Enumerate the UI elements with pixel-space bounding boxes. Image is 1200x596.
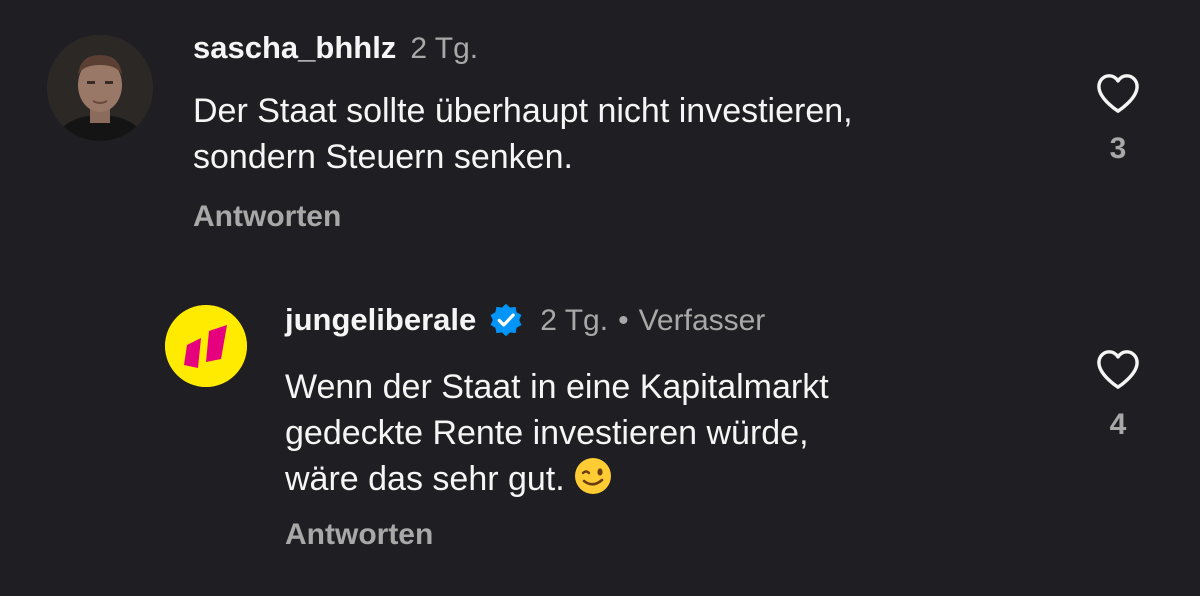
comment-jungeliberale: jungeliberale 2 Tg. • Verfasser Wenn der…: [0, 280, 1200, 596]
comment-sascha: sascha_bhhlz 2 Tg. Der Staat sollte über…: [0, 0, 1200, 260]
jungeliberale-logo-icon: [165, 305, 247, 387]
verified-badge-icon: [490, 303, 522, 337]
timestamp: 2 Tg.: [410, 32, 479, 65]
comment-text-line: Der Staat sollte überhaupt nicht investi…: [193, 92, 853, 130]
timestamp: 2 Tg.: [540, 304, 609, 337]
comment-text-line: sondern Steuern senken.: [193, 138, 573, 176]
comment-text-segment: wäre das sehr gut.: [285, 460, 565, 498]
heart-icon[interactable]: [1095, 348, 1141, 390]
like-count: 4: [1109, 408, 1127, 441]
avatar[interactable]: [165, 305, 247, 387]
comment-text: Der Staat sollte überhaupt nicht investi…: [193, 88, 853, 180]
avatar[interactable]: [47, 35, 153, 141]
comment-text: Wenn der Staat in eine Kapitalmarkt gede…: [285, 364, 829, 502]
comment-text-line: Wenn der Staat in eine Kapitalmarkt: [285, 368, 829, 406]
separator-dot: •: [618, 304, 629, 337]
user-photo-icon: [47, 35, 153, 141]
comment-text-line: gedeckte Rente investieren würde,: [285, 414, 809, 452]
heart-icon[interactable]: [1095, 72, 1141, 114]
reply-button[interactable]: Antworten: [193, 200, 341, 234]
comment-header: sascha_bhhlz 2 Tg.: [193, 30, 478, 66]
reply-button[interactable]: Antworten: [285, 518, 433, 552]
comment-text-line-last: wäre das sehr gut.: [285, 456, 829, 502]
winking-face-emoji-icon: [574, 458, 611, 494]
like-button[interactable]: 4: [1088, 348, 1148, 442]
username[interactable]: sascha_bhhlz: [193, 30, 396, 66]
comment-header: jungeliberale 2 Tg. • Verfasser: [285, 302, 765, 338]
like-button[interactable]: 3: [1088, 72, 1148, 166]
username[interactable]: jungeliberale: [285, 302, 476, 338]
like-count: 3: [1109, 132, 1127, 165]
comments-thread: sascha_bhhlz 2 Tg. Der Staat sollte über…: [0, 0, 1200, 596]
author-label: Verfasser: [638, 304, 766, 337]
